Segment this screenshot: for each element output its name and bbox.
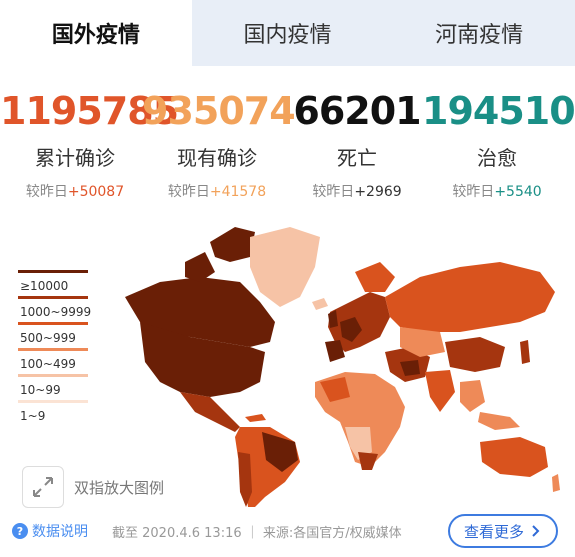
source-text: 截至 2020.4.6 13:16 ｜ 来源:各国官方/权威媒体	[112, 526, 402, 541]
stat-delta: 较昨日+41578	[142, 181, 292, 201]
stat-value: 194510	[422, 89, 575, 133]
data-note-label: 数据说明	[32, 524, 88, 540]
stat-delta: 较昨日+50087	[0, 181, 150, 201]
stat-value: 66201	[293, 89, 421, 133]
delta-value: +50087	[67, 184, 125, 200]
footer: ? 数据说明 截至 2020.4.6 13:16 ｜ 来源:各国官方/权威媒体 …	[0, 510, 575, 554]
stats-panel: 1195785 累计确诊 较昨日+50087 935074 现有确诊 较昨日+4…	[0, 88, 575, 201]
tab-domestic[interactable]: 国内疫情	[192, 0, 384, 66]
legend-item: 10~99	[18, 374, 98, 400]
map-legend: ≥10000 1000~9999 500~999 100~499 10~99 1…	[18, 270, 98, 426]
chevron-right-icon	[532, 525, 540, 537]
stat-label: 死亡	[337, 146, 377, 170]
legend-label: 1~9	[20, 409, 46, 423]
pinch-hint-text: 双指放大图例	[74, 478, 165, 497]
legend-label: 100~499	[20, 357, 76, 371]
delta-value: +41578	[209, 184, 267, 200]
delta-prefix: 较昨日	[25, 184, 68, 200]
tab-henan[interactable]: 河南疫情	[383, 0, 575, 66]
legend-item: 1~9	[18, 400, 98, 426]
legend-swatch	[18, 322, 88, 325]
legend-swatch	[18, 374, 88, 377]
stat-value: 935074	[142, 89, 296, 133]
question-icon: ?	[12, 523, 28, 539]
stat-label: 累计确诊	[35, 146, 115, 170]
legend-swatch	[18, 270, 88, 273]
legend-label: 10~99	[20, 383, 61, 397]
tab-bar: 国外疫情 国内疫情 河南疫情	[0, 0, 575, 66]
stat-delta: 较昨日+5540	[422, 181, 572, 201]
delta-value: +5540	[494, 184, 542, 200]
stat-label: 现有确诊	[177, 146, 257, 170]
legend-swatch	[18, 348, 88, 351]
legend-item: 100~499	[18, 348, 98, 374]
legend-swatch	[18, 400, 88, 403]
legend-item: 500~999	[18, 322, 98, 348]
legend-item: 1000~9999	[18, 296, 98, 322]
stat-label: 治愈	[477, 146, 517, 170]
expand-arrows-icon[interactable]	[22, 466, 64, 508]
stat-confirmed: 1195785 累计确诊 较昨日+50087	[0, 88, 179, 201]
view-more-label: 查看更多	[463, 522, 524, 541]
pinch-zoom-hint: 双指放大图例	[22, 466, 164, 508]
delta-value: +2969	[354, 184, 402, 200]
stat-recovered: 194510 治愈 较昨日+5540	[422, 88, 575, 201]
legend-label: 1000~9999	[20, 305, 92, 319]
stat-deaths: 66201 死亡 较昨日+2969	[282, 88, 432, 201]
legend-item: ≥10000	[18, 270, 98, 296]
legend-label: ≥10000	[20, 279, 69, 293]
delta-prefix: 较昨日	[167, 184, 210, 200]
stat-delta: 较昨日+2969	[282, 181, 432, 201]
tab-foreign[interactable]: 国外疫情	[0, 0, 192, 66]
delta-prefix: 较昨日	[452, 184, 495, 200]
data-note-link[interactable]: ? 数据说明	[12, 519, 88, 543]
legend-swatch	[18, 296, 88, 299]
view-more-button[interactable]: 查看更多	[448, 514, 558, 548]
delta-prefix: 较昨日	[312, 184, 355, 200]
legend-label: 500~999	[20, 331, 76, 345]
stat-existing: 935074 现有确诊 较昨日+41578	[142, 88, 296, 201]
stat-value: 1195785	[0, 89, 179, 133]
